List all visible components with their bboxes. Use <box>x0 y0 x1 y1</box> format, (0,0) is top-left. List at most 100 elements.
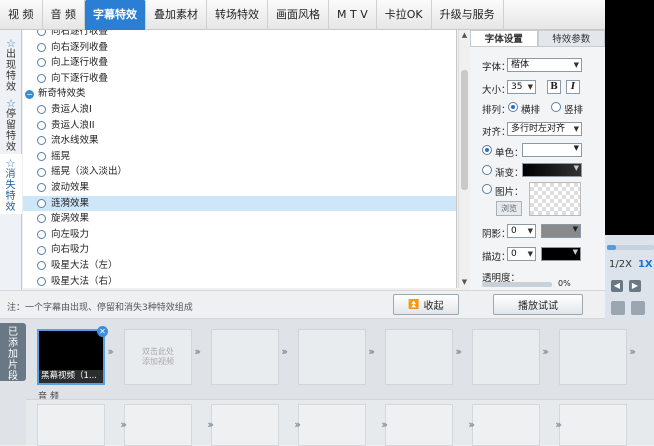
effect-label: 向上逐行收叠 <box>51 57 109 69</box>
effect-item[interactable]: 向上逐行收叠 <box>23 55 456 71</box>
tab-appear-effect[interactable]: ☆ 出现特效 <box>0 34 22 94</box>
scroll-down-icon[interactable]: ▼ <box>459 277 470 288</box>
effect-item[interactable]: 摇晃 <box>23 149 456 165</box>
tab-font-settings[interactable]: 字体设置 <box>470 30 538 47</box>
size-select[interactable]: 35 ▼ <box>507 80 536 94</box>
menu-overlay-material[interactable]: 叠加素材 <box>146 0 207 30</box>
effect-item[interactable]: 涟漪效果 <box>23 195 456 212</box>
menu-audio[interactable]: 音 频 <box>43 0 85 30</box>
collapse-label: 收起 <box>423 301 444 312</box>
vertical-radio[interactable] <box>551 102 561 112</box>
audio-slot[interactable] <box>559 404 627 446</box>
menu-transition-effects[interactable]: 转场特效 <box>207 0 268 30</box>
effect-item[interactable]: 吸星大法（右） <box>23 274 456 289</box>
empty-clip-slot[interactable] <box>385 329 453 385</box>
close-icon[interactable]: ✕ <box>97 326 108 337</box>
single-color-picker[interactable]: ▼ <box>522 143 582 157</box>
audio-slot[interactable] <box>385 404 453 446</box>
play-row: ◀ ▶ <box>605 278 654 294</box>
align-value: 多行时左对齐 <box>511 124 566 134</box>
effect-item[interactable]: 摇晃（淡入淡出） <box>23 164 456 180</box>
effect-list-scrollbar[interactable]: ▲ ▼ <box>458 30 469 288</box>
empty-clip-slot[interactable] <box>211 329 279 385</box>
chevron-down-icon: ▼ <box>573 61 579 69</box>
tab-disappear-effect[interactable]: ☆ 消失特效 <box>0 154 22 214</box>
player-controls: 1/2X 1X ◀ ▶ <box>605 235 654 319</box>
play-icon[interactable]: ▶ <box>629 280 641 292</box>
tab-label: 停留特效 <box>6 109 16 153</box>
effect-item[interactable]: 旋涡效果 <box>23 211 456 227</box>
menu-mtv[interactable]: M T V <box>329 0 377 30</box>
shadow-color-picker[interactable]: ▼ <box>541 224 581 238</box>
horizontal-radio[interactable] <box>508 102 518 112</box>
image-radio[interactable] <box>482 184 492 194</box>
radio-icon <box>37 183 46 193</box>
menu-subtitle-effects[interactable]: 字幕特效 <box>85 0 146 30</box>
effect-item[interactable]: 贵运人浪II <box>23 118 456 134</box>
audio-slot[interactable] <box>37 404 105 446</box>
audio-slot[interactable] <box>472 404 540 446</box>
speed-normal[interactable]: 1X <box>638 259 653 270</box>
italic-button[interactable]: I <box>566 80 580 94</box>
chevron-right-icon: ››› <box>294 418 301 431</box>
effect-item[interactable]: 吸星大法（左） <box>23 258 456 274</box>
effect-item[interactable]: 流水线效果 <box>23 133 456 149</box>
fullscreen-icon[interactable] <box>611 301 625 315</box>
tab-stay-effect[interactable]: ☆ 停留特效 <box>0 94 22 154</box>
clip-black-video[interactable]: ✕ 黑幕视频（1... <box>37 326 108 385</box>
gradient-radio[interactable] <box>482 165 492 175</box>
browse-button[interactable]: 浏览 <box>496 201 522 216</box>
audio-track[interactable]: ››› ››› ››› ››› ››› ››› <box>26 399 654 446</box>
speed-half[interactable]: 1/2X <box>609 259 632 270</box>
gradient-picker[interactable]: ▼ <box>522 163 582 177</box>
opacity-slider[interactable] <box>482 282 552 287</box>
effect-label: 向下逐行收叠 <box>51 72 109 84</box>
audio-slot[interactable] <box>211 404 279 446</box>
menu-upgrade-service[interactable]: 升级与服务 <box>432 0 504 30</box>
shadow-select[interactable]: 0 ▼ <box>507 224 536 238</box>
chevron-down-icon: ▼ <box>572 225 578 233</box>
menu-video[interactable]: 视 频 <box>0 0 43 30</box>
radio-icon <box>37 261 46 271</box>
tab-effect-params[interactable]: 特效参数 <box>537 30 605 47</box>
effect-item[interactable]: 向右逐行收叠 <box>23 30 456 40</box>
effect-label: 向右逐行收叠 <box>51 30 109 37</box>
settings-tabs: 字体设置 特效参数 <box>470 30 605 47</box>
scroll-thumb[interactable] <box>461 70 468 190</box>
stroke-color-picker[interactable]: ▼ <box>541 247 581 261</box>
stroke-select[interactable]: 0 ▼ <box>507 247 536 261</box>
effect-item[interactable]: 向右逐列收叠 <box>23 40 456 56</box>
collapse-button[interactable]: ⏫ 收起 <box>393 294 459 315</box>
preview-play-button[interactable]: 播放试试 <box>493 294 583 315</box>
font-value: 楷体 <box>511 60 530 70</box>
font-select[interactable]: 楷体 ▼ <box>507 58 582 72</box>
layout-label: 排列： <box>482 105 511 116</box>
effect-group[interactable]: − 新奇特效类 <box>23 86 456 102</box>
bold-button[interactable]: B <box>547 80 561 94</box>
vertical-label: 竖排 <box>564 105 584 116</box>
menu-picture-style[interactable]: 画面风格 <box>268 0 329 30</box>
audio-slot[interactable] <box>298 404 366 446</box>
effect-item[interactable]: 贵运人浪I <box>23 102 456 118</box>
effect-item[interactable]: 波动效果 <box>23 180 456 196</box>
empty-clip-slot[interactable] <box>298 329 366 385</box>
menu-karaoke[interactable]: 卡拉OK <box>377 0 432 30</box>
gradient-label: 渐变： <box>495 168 524 179</box>
effect-item[interactable]: 向左吸力 <box>23 227 456 243</box>
single-color-radio[interactable] <box>482 145 492 155</box>
shadow-value: 0 <box>511 226 517 236</box>
folder-icon[interactable] <box>631 301 645 315</box>
playback-progress[interactable] <box>607 245 654 250</box>
align-select[interactable]: 多行时左对齐 ▼ <box>507 122 582 136</box>
add-video-slot[interactable]: 双击此处 添加视频 <box>124 329 192 385</box>
radio-icon <box>37 214 46 224</box>
empty-clip-slot[interactable] <box>472 329 540 385</box>
effect-label: 吸星大法（右） <box>51 275 118 287</box>
audio-slot[interactable] <box>124 404 192 446</box>
effect-item[interactable]: 向右吸力 <box>23 242 456 258</box>
chevron-right-icon: ››› <box>107 345 114 358</box>
scroll-up-icon[interactable]: ▲ <box>459 30 470 41</box>
effect-item[interactable]: 向下逐行收叠 <box>23 71 456 87</box>
rewind-icon[interactable]: ◀ <box>611 280 623 292</box>
empty-clip-slot[interactable] <box>559 329 627 385</box>
